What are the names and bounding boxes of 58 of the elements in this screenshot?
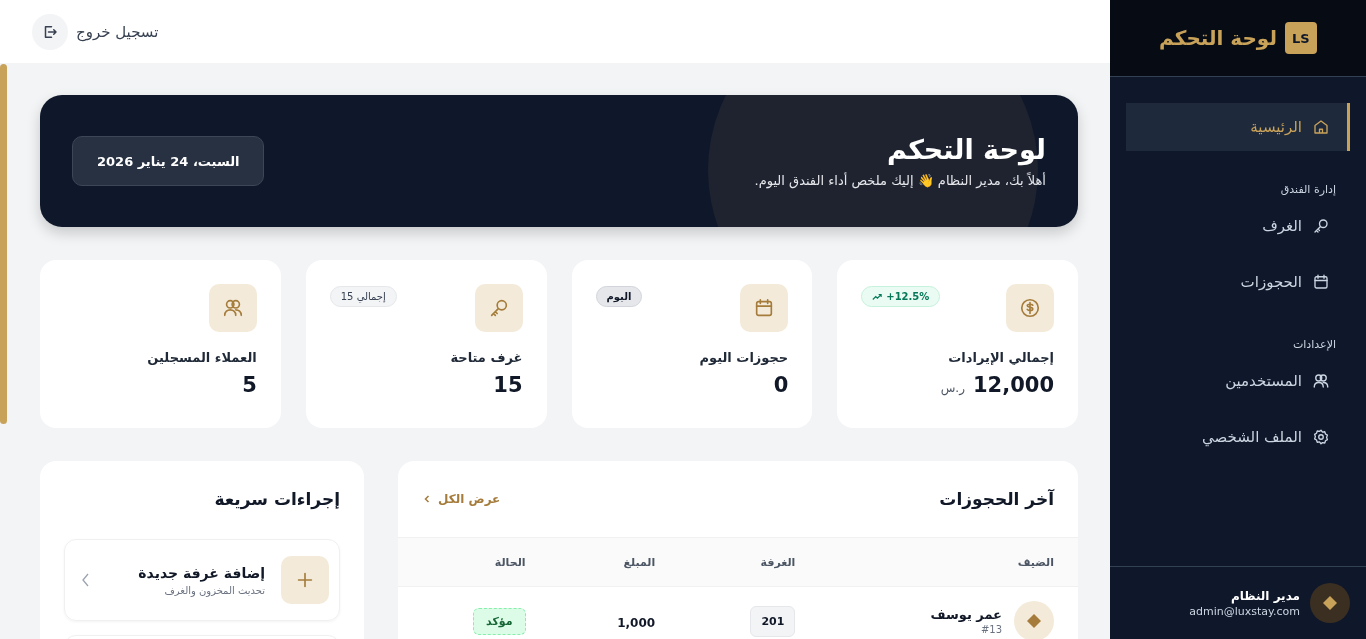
logo-title: لوحة التحكم <box>1159 26 1277 50</box>
calendar-icon <box>740 284 789 332</box>
stat-value: 12,000 <box>972 373 1054 397</box>
settings-icon <box>1312 428 1330 446</box>
nav-item[interactable]: الحجوزات <box>1126 258 1350 306</box>
action-subtitle: تحديث المخزون والغرف <box>163 584 265 596</box>
nav-section-heading: الإعدادات <box>1291 337 1337 353</box>
key-icon <box>1312 217 1330 235</box>
key-icon <box>474 284 523 332</box>
booking-amount: 1,000 <box>617 615 656 630</box>
view-all-link[interactable]: عرض الكل <box>422 492 501 506</box>
stat-label: حجوزات اليوم <box>698 350 789 365</box>
count-badge: 15 إجمالي <box>329 286 397 307</box>
home-icon <box>1312 118 1330 136</box>
column-header: الغرفة <box>679 538 820 587</box>
users-icon <box>208 284 257 332</box>
welcome-text: أهلاً بك، مدير النظام 👋 إليك ملخص أداء الفندق اليوم. <box>754 173 1046 188</box>
panel-title: إجراءات سريعة <box>213 488 340 512</box>
logo-mark: LS <box>1284 22 1317 54</box>
stat-value: 0 <box>773 373 789 397</box>
logout-icon <box>32 13 68 50</box>
users-icon <box>1312 372 1330 390</box>
status-badge: مؤكد <box>473 607 526 635</box>
panel-title: آخر الحجوزات <box>939 489 1054 509</box>
scrollbar-thumb[interactable] <box>0 64 7 424</box>
stat-label: غرف متاحة <box>449 350 523 365</box>
chevron-icon <box>422 494 432 504</box>
plus-icon <box>281 556 329 604</box>
column-header: الضيف <box>819 538 1078 587</box>
nav-item[interactable]: المستخدمين <box>1126 357 1350 405</box>
user-email: admin@luxstay.com <box>1189 604 1300 618</box>
trend-badge: +12.5% <box>861 286 941 307</box>
chevron-icon <box>81 572 91 588</box>
user-avatar <box>1310 583 1350 623</box>
booking-id: #13 <box>979 624 1002 635</box>
page-title: لوحة التحكم <box>885 134 1046 165</box>
nav-section-heading: إدارة الفندق <box>1279 182 1337 198</box>
stat-value: 15 <box>493 373 523 397</box>
nav-item[interactable]: الملف الشخصي <box>1126 413 1350 461</box>
column-header: الحالة <box>398 538 550 587</box>
dollar-icon <box>1006 284 1054 332</box>
quick-action[interactable]: إضافة غرفة جديدة تحديث المخزون والغرف <box>64 539 340 621</box>
column-header: المبلغ <box>549 538 680 587</box>
nav-item[interactable]: الرئيسية <box>1126 103 1350 151</box>
logout-button[interactable]: تسجيل خروج <box>32 13 159 50</box>
room-number: 201 <box>750 605 796 637</box>
currency-unit: ر.س <box>940 381 965 395</box>
stat-label: إجمالي الإيرادات <box>947 350 1054 365</box>
user-name: مدير النظام <box>1229 588 1300 603</box>
calendar-icon <box>1312 273 1330 291</box>
action-title: إضافة غرفة جديدة <box>137 564 265 581</box>
stat-value: 5 <box>242 373 257 397</box>
nav-item[interactable]: الغرف <box>1126 202 1350 250</box>
count-badge: اليوم <box>595 286 643 307</box>
guest-name: عمر يوسف <box>930 607 1002 622</box>
date-button[interactable]: السبت، 24 يناير 2026 <box>72 136 265 186</box>
guest-avatar <box>1014 601 1054 639</box>
stat-label: العملاء المسجلين <box>146 350 257 365</box>
